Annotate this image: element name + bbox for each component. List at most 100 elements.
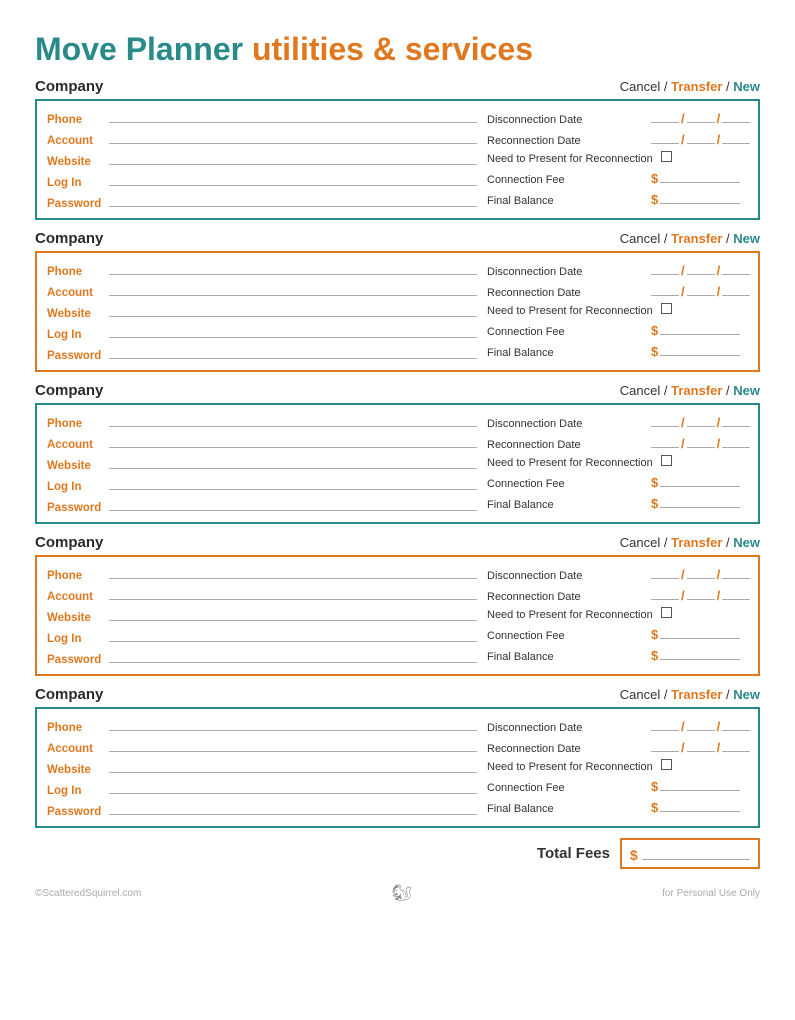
connection-fee-input-3[interactable] xyxy=(660,473,740,487)
field-input-phone-3[interactable] xyxy=(109,413,477,427)
date-mm[interactable] xyxy=(651,565,679,579)
date-dd[interactable] xyxy=(687,109,715,123)
field-input-website-4[interactable] xyxy=(109,607,477,621)
section-header-2: Company Cancel / Transfer / New xyxy=(35,230,760,247)
connection-fee-input-1[interactable] xyxy=(660,169,740,183)
field-input-account-4[interactable] xyxy=(109,586,477,600)
reconnection-checkbox-4[interactable] xyxy=(661,607,672,618)
date-dd[interactable] xyxy=(687,717,715,731)
field-input-phone-2[interactable] xyxy=(109,261,477,275)
field-input-website-1[interactable] xyxy=(109,151,477,165)
right-label-date-4: Reconnection Date xyxy=(487,591,647,603)
field-input-log-in-2[interactable] xyxy=(109,324,477,338)
connection-fee-input-4[interactable] xyxy=(660,625,740,639)
field-input-log-in-4[interactable] xyxy=(109,628,477,642)
field-input-website-5[interactable] xyxy=(109,759,477,773)
right-label-connfee-2: Connection Fee xyxy=(487,326,647,338)
date-mm[interactable] xyxy=(651,434,679,448)
field-input-account-1[interactable] xyxy=(109,130,477,144)
reconnection-checkbox-1[interactable] xyxy=(661,151,672,162)
footer-left: ©ScatteredSquirrel.com xyxy=(35,888,141,899)
connection-fee-input-5[interactable] xyxy=(660,777,740,791)
date-dd[interactable] xyxy=(687,586,715,600)
field-input-password-3[interactable] xyxy=(109,497,477,511)
right-field-connection-fee-2: Connection Fee $ xyxy=(487,321,750,338)
field-row-account-1: Account xyxy=(47,130,477,147)
field-input-log-in-1[interactable] xyxy=(109,172,477,186)
date-mm[interactable] xyxy=(651,717,679,731)
date-mm[interactable] xyxy=(651,109,679,123)
total-fees-box: $ xyxy=(620,838,760,869)
field-input-phone-4[interactable] xyxy=(109,565,477,579)
total-fees-line[interactable] xyxy=(642,844,750,860)
date-yy[interactable] xyxy=(722,261,750,275)
right-label-checkbox-2: Need to Present for Reconnection xyxy=(487,305,653,317)
date-yy[interactable] xyxy=(722,738,750,752)
date-dd[interactable] xyxy=(687,565,715,579)
field-input-account-5[interactable] xyxy=(109,738,477,752)
date-mm[interactable] xyxy=(651,738,679,752)
reconnection-checkbox-2[interactable] xyxy=(661,303,672,314)
date-dd[interactable] xyxy=(687,413,715,427)
date-mm[interactable] xyxy=(651,261,679,275)
field-input-website-2[interactable] xyxy=(109,303,477,317)
date-yy[interactable] xyxy=(722,130,750,144)
date-dd[interactable] xyxy=(687,130,715,144)
field-input-phone-1[interactable] xyxy=(109,109,477,123)
date-dd[interactable] xyxy=(687,434,715,448)
field-input-password-2[interactable] xyxy=(109,345,477,359)
final-balance-input-4[interactable] xyxy=(660,646,740,660)
date-yy[interactable] xyxy=(722,586,750,600)
date-mm[interactable] xyxy=(651,130,679,144)
date-yy[interactable] xyxy=(722,282,750,296)
date-yy[interactable] xyxy=(722,717,750,731)
date-mm[interactable] xyxy=(651,413,679,427)
right-field-disconnection-date-2: Disconnection Date / / xyxy=(487,261,750,278)
date-yy[interactable] xyxy=(722,109,750,123)
field-input-password-1[interactable] xyxy=(109,193,477,207)
field-row-website-1: Website xyxy=(47,151,477,168)
date-mm[interactable] xyxy=(651,586,679,600)
date-dd[interactable] xyxy=(687,282,715,296)
connection-fee-row-4: $ xyxy=(651,625,740,642)
date-yy[interactable] xyxy=(722,434,750,448)
field-input-account-2[interactable] xyxy=(109,282,477,296)
field-row-log-in-4: Log In xyxy=(47,628,477,645)
right-field-reconnection-date-4: Reconnection Date / / xyxy=(487,586,750,603)
date-mm[interactable] xyxy=(651,282,679,296)
field-row-phone-1: Phone xyxy=(47,109,477,126)
field-input-password-4[interactable] xyxy=(109,649,477,663)
connection-fee-input-2[interactable] xyxy=(660,321,740,335)
field-input-account-3[interactable] xyxy=(109,434,477,448)
final-balance-input-1[interactable] xyxy=(660,190,740,204)
field-label-phone-3: Phone xyxy=(47,418,105,430)
date-yy[interactable] xyxy=(722,413,750,427)
field-row-account-2: Account xyxy=(47,282,477,299)
right-field-reconnection-date-2: Reconnection Date / / xyxy=(487,282,750,299)
field-label-password-1: Password xyxy=(47,198,105,210)
right-label-date-4: Disconnection Date xyxy=(487,570,647,582)
final-balance-input-3[interactable] xyxy=(660,494,740,508)
field-input-phone-5[interactable] xyxy=(109,717,477,731)
right-label-balance-2: Final Balance xyxy=(487,347,647,359)
squirrel-icon: 🐿 xyxy=(392,883,412,903)
right-label-connfee-1: Connection Fee xyxy=(487,174,647,186)
date-dd[interactable] xyxy=(687,738,715,752)
field-input-log-in-5[interactable] xyxy=(109,780,477,794)
field-input-website-3[interactable] xyxy=(109,455,477,469)
field-label-phone-2: Phone xyxy=(47,266,105,278)
title-utilities: utilities & services xyxy=(243,31,533,67)
right-field-final-balance-3: Final Balance $ xyxy=(487,494,750,511)
field-label-password-4: Password xyxy=(47,654,105,666)
date-yy[interactable] xyxy=(722,565,750,579)
field-input-log-in-3[interactable] xyxy=(109,476,477,490)
final-balance-input-2[interactable] xyxy=(660,342,740,356)
final-balance-input-5[interactable] xyxy=(660,798,740,812)
right-label-balance-5: Final Balance xyxy=(487,803,647,815)
reconnection-checkbox-3[interactable] xyxy=(661,455,672,466)
reconnection-checkbox-5[interactable] xyxy=(661,759,672,770)
field-input-password-5[interactable] xyxy=(109,801,477,815)
transfer-label-4: Transfer xyxy=(671,535,722,550)
right-label-checkbox-5: Need to Present for Reconnection xyxy=(487,761,653,773)
date-dd[interactable] xyxy=(687,261,715,275)
